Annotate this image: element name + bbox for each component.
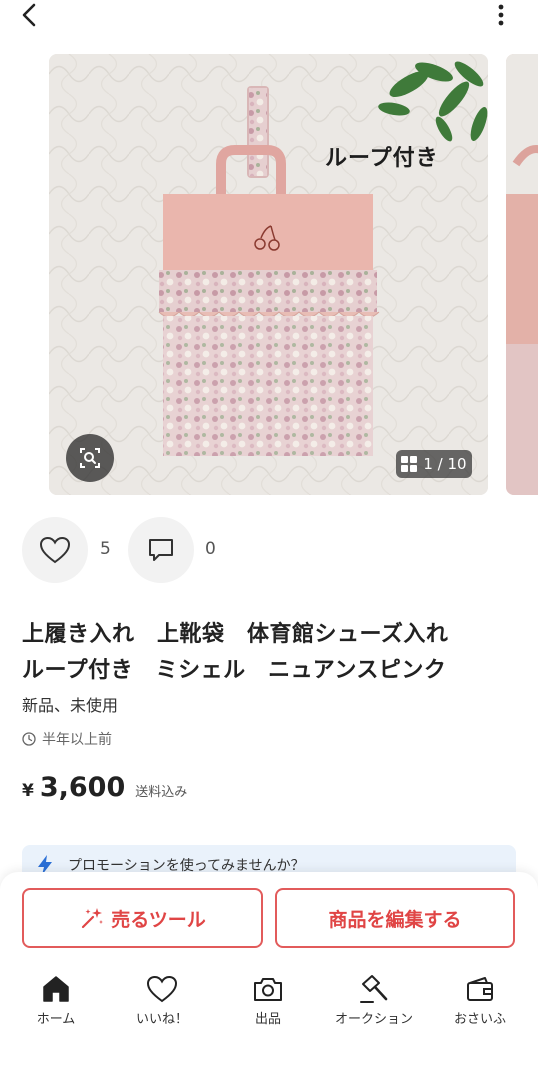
bottom-tab-bar: ホーム いいね！ 出品 オークション おさいふ — [0, 972, 538, 1032]
next-photo-preview[interactable] — [506, 54, 538, 495]
edit-item-button[interactable]: 商品を編集する — [275, 888, 515, 948]
tab-auction[interactable]: オークション — [329, 972, 419, 1032]
item-title-line-2: ループ付き ミシェル ニュアンスピンク — [22, 658, 447, 683]
comment-button[interactable] — [128, 517, 194, 583]
tab-wallet[interactable]: おさいふ — [435, 972, 525, 1032]
price-row: ¥ 3,600 送料込み — [22, 772, 187, 803]
comment-icon — [149, 539, 173, 561]
more-options-button[interactable] — [486, 0, 516, 30]
image-carousel[interactable]: ループ付き — [0, 54, 538, 495]
item-title: 上履き入れ 上靴袋 体育館シューズ入れ ループ付き ミシェル ニュアンスピンク — [22, 617, 522, 689]
item-condition: 新品、未使用 — [22, 696, 119, 715]
product-photo-illustration — [49, 54, 488, 495]
heart-icon — [39, 536, 71, 564]
tab-likes[interactable]: いいね！ — [117, 972, 207, 1032]
clock-icon — [22, 732, 36, 746]
chevron-left-icon — [22, 3, 36, 27]
currency-symbol: ¥ — [22, 781, 34, 801]
tab-home[interactable]: ホーム — [11, 972, 101, 1032]
sparkle-icon — [82, 908, 104, 929]
comment-count: 0 — [205, 539, 216, 559]
home-icon — [43, 976, 69, 1002]
next-photo-illustration — [506, 54, 538, 495]
heart-icon — [146, 975, 178, 1003]
like-button[interactable] — [22, 517, 88, 583]
grid-icon — [401, 456, 418, 472]
edit-item-label: 商品を編集する — [328, 908, 462, 931]
sell-tool-label: 売るツール — [111, 908, 206, 931]
image-search-icon — [80, 448, 100, 468]
like-count: 5 — [100, 539, 111, 559]
item-price: 3,600 — [39, 772, 126, 803]
photo-counter[interactable]: 1 / 10 — [396, 450, 472, 478]
sell-tool-button[interactable]: 売るツール — [22, 888, 263, 948]
tab-home-label: ホーム — [36, 1012, 76, 1027]
tab-listing[interactable]: 出品 — [223, 972, 313, 1032]
tab-listing-label: 出品 — [254, 1012, 281, 1027]
bottom-sheet: 売るツール 商品を編集する ホーム いいね！ 出品 オークション おさいふ — [0, 872, 538, 1080]
listed-time: 半年以上前 — [22, 729, 112, 749]
tab-wallet-label: おさいふ — [453, 1012, 506, 1027]
image-search-button[interactable] — [66, 434, 114, 482]
gavel-icon — [360, 975, 388, 1003]
engagement-bar: 5 0 — [22, 517, 322, 583]
item-title-line-1: 上履き入れ 上靴袋 体育館シューズ入れ — [22, 622, 449, 647]
wallet-icon — [467, 977, 493, 1001]
camera-icon — [254, 978, 282, 1001]
more-vertical-icon — [498, 4, 504, 26]
tab-auction-label: オークション — [334, 1012, 413, 1027]
back-button[interactable] — [14, 0, 44, 30]
item-detail-screen: ループ付き 1 / 10 5 0 上履き入れ 上靴袋 体育館シューズ入れ ループ… — [0, 0, 538, 1080]
listed-time-text: 半年以上前 — [42, 732, 112, 748]
photo-counter-text: 1 / 10 — [423, 455, 467, 473]
photo-caption: ループ付き — [325, 146, 439, 171]
top-bar — [0, 0, 538, 32]
shipping-label: 送料込み — [135, 785, 188, 800]
tab-likes-label: いいね！ — [135, 1012, 188, 1027]
product-photo[interactable]: ループ付き — [49, 54, 488, 495]
